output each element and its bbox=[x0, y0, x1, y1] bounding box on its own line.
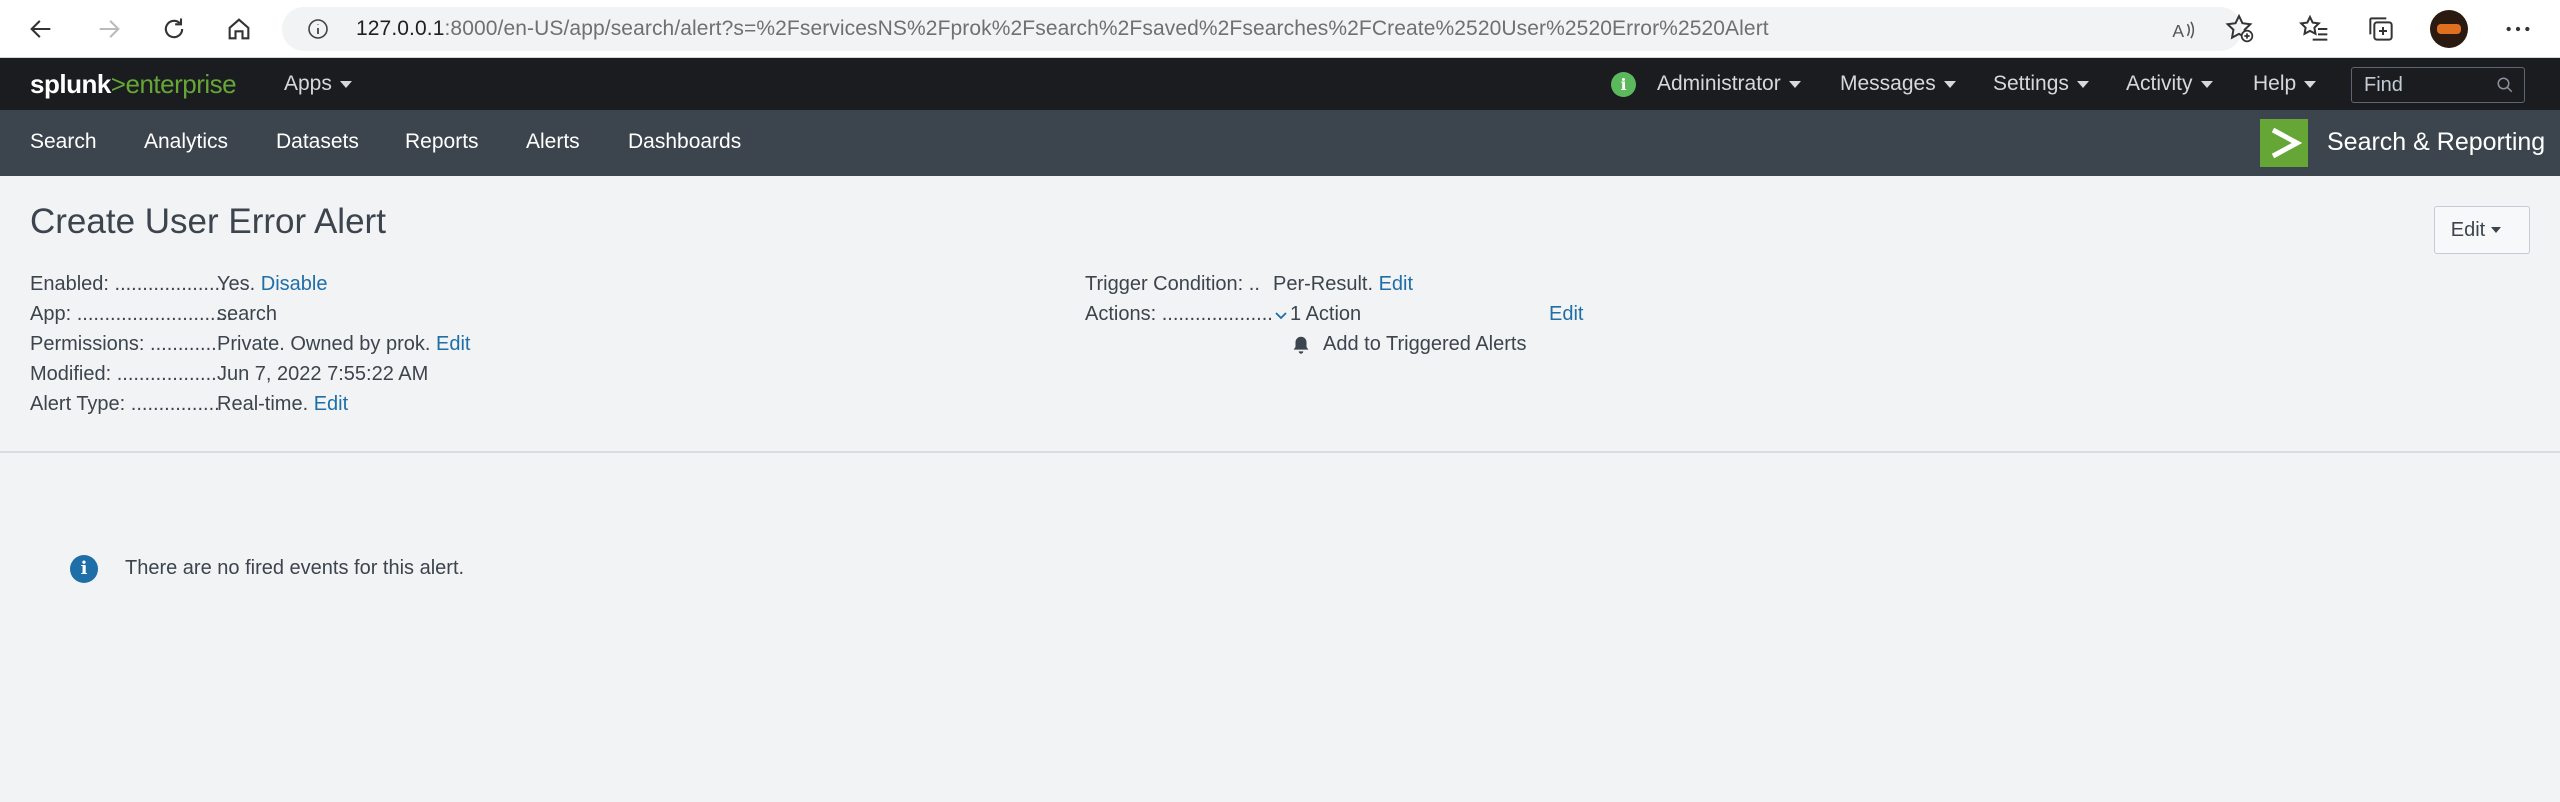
profile-avatar[interactable] bbox=[2430, 10, 2468, 48]
search-icon[interactable] bbox=[2496, 76, 2514, 94]
logo-gt-text: > bbox=[110, 69, 126, 99]
favorites-icon[interactable] bbox=[2298, 13, 2330, 45]
caret-down-icon bbox=[339, 80, 352, 88]
svg-text:A: A bbox=[2172, 21, 2184, 41]
address-bar[interactable]: 127.0.0.1:8000/en-US/app/search/alert?s=… bbox=[282, 7, 2242, 51]
url-path: :8000/en-US/app/search/alert?s=%2Fservic… bbox=[444, 17, 1769, 40]
site-info-icon[interactable] bbox=[306, 17, 330, 41]
app-bar: Search Analytics Datasets Reports Alerts… bbox=[0, 110, 2560, 176]
actions-edit-link[interactable]: Edit bbox=[1549, 303, 1583, 326]
meta-enabled: Enabled: .................... Yes. Disab… bbox=[30, 273, 630, 299]
meta-app: App: ............................ search bbox=[30, 303, 630, 329]
modified-label: Modified: .................. bbox=[30, 363, 217, 385]
app-value: search bbox=[217, 303, 278, 325]
menu-settings-label: Settings bbox=[1993, 72, 2069, 95]
caret-down-icon bbox=[2491, 227, 2502, 234]
refresh-icon bbox=[164, 18, 184, 39]
nav-search[interactable]: Search bbox=[30, 130, 97, 154]
splunk-logo[interactable]: splunk>enterprise bbox=[30, 69, 237, 100]
trigger-condition-label: Trigger Condition: .. bbox=[1085, 273, 1260, 295]
arrow-left-icon bbox=[30, 20, 51, 38]
app-title[interactable]: Search & Reporting bbox=[2327, 128, 2545, 157]
browser-toolbar: 127.0.0.1:8000/en-US/app/search/alert?s=… bbox=[0, 0, 2560, 58]
collections-icon[interactable] bbox=[2365, 13, 2397, 45]
alert-type-label: Alert Type: ................ bbox=[30, 393, 220, 415]
meta-trigger-condition: Trigger Condition: .. Per-Result. Edit bbox=[1085, 273, 1685, 299]
trigger-condition-value: Per-Result. bbox=[1273, 273, 1374, 295]
meta-alert-type: Alert Type: ................ Real-time. … bbox=[30, 393, 630, 419]
nav-reports[interactable]: Reports bbox=[405, 130, 479, 154]
permissions-value: Private. Owned by prok. bbox=[217, 333, 431, 355]
menu-help-label: Help bbox=[2253, 72, 2297, 95]
action-item-label: Add to Triggered Alerts bbox=[1323, 333, 1527, 355]
logo-splunk-text: splunk bbox=[30, 69, 111, 99]
apps-menu[interactable]: Apps bbox=[284, 72, 352, 96]
arrow-right-icon bbox=[99, 20, 120, 38]
permissions-label: Permissions: ............ bbox=[30, 333, 217, 355]
actions-value[interactable]: 1 Action bbox=[1290, 303, 1361, 326]
alert-type-value: Real-time. bbox=[217, 393, 309, 415]
read-aloud-icon[interactable]: A bbox=[2170, 16, 2198, 44]
enabled-label: Enabled: .................... bbox=[30, 273, 226, 295]
url-text[interactable]: 127.0.0.1:8000/en-US/app/search/alert?s=… bbox=[356, 17, 1769, 41]
health-status-icon[interactable]: i bbox=[1611, 72, 1636, 97]
menu-help[interactable]: Help bbox=[2253, 72, 2317, 96]
home-icon bbox=[228, 18, 250, 40]
find-input[interactable] bbox=[2352, 68, 2492, 102]
find-box[interactable] bbox=[2351, 67, 2525, 103]
info-icon: i bbox=[70, 555, 98, 583]
home-button[interactable] bbox=[220, 10, 258, 48]
apps-menu-label: Apps bbox=[284, 72, 332, 95]
trigger-condition-edit-link[interactable]: Edit bbox=[1379, 273, 1413, 295]
caret-down-icon bbox=[2076, 80, 2089, 88]
permissions-edit-link[interactable]: Edit bbox=[436, 333, 470, 355]
section-divider bbox=[0, 451, 2560, 453]
url-host: 127.0.0.1 bbox=[356, 17, 445, 40]
logo-enterprise-text: enterprise bbox=[125, 69, 237, 99]
bell-icon bbox=[1293, 336, 1309, 354]
forward-button[interactable] bbox=[90, 10, 128, 48]
action-item: Add to Triggered Alerts bbox=[1290, 333, 1690, 359]
nav-alerts[interactable]: Alerts bbox=[526, 130, 580, 154]
meta-actions: Actions: .................... 1 Action E… bbox=[1085, 303, 1685, 329]
nav-datasets[interactable]: Datasets bbox=[276, 130, 359, 154]
caret-down-icon bbox=[2200, 80, 2213, 88]
caret-down-icon bbox=[1943, 80, 1956, 88]
menu-administrator[interactable]: Administrator bbox=[1657, 72, 1801, 96]
meta-modified: Modified: .................. Jun 7, 2022… bbox=[30, 363, 630, 389]
app-logo-icon[interactable] bbox=[2260, 119, 2308, 167]
disable-link[interactable]: Disable bbox=[261, 273, 328, 295]
menu-settings[interactable]: Settings bbox=[1993, 72, 2089, 96]
splunk-top-bar: splunk>enterprise Apps i Administrator M… bbox=[0, 58, 2560, 110]
enabled-value: Yes. bbox=[217, 273, 256, 295]
caret-down-icon bbox=[2304, 80, 2317, 88]
more-options-icon[interactable] bbox=[2502, 13, 2534, 45]
nav-analytics[interactable]: Analytics bbox=[144, 130, 228, 154]
chevron-down-icon[interactable] bbox=[1273, 308, 1289, 324]
back-button[interactable] bbox=[22, 10, 60, 48]
edit-button[interactable]: Edit bbox=[2434, 206, 2530, 254]
menu-activity-label: Activity bbox=[2126, 72, 2193, 95]
menu-messages[interactable]: Messages bbox=[1840, 72, 1956, 96]
no-events-message: There are no fired events for this alert… bbox=[125, 557, 465, 579]
add-favorite-icon[interactable] bbox=[2223, 12, 2255, 44]
menu-administrator-label: Administrator bbox=[1657, 72, 1781, 95]
nav-dashboards[interactable]: Dashboards bbox=[628, 130, 741, 154]
menu-messages-label: Messages bbox=[1840, 72, 1936, 95]
refresh-button[interactable] bbox=[155, 10, 193, 48]
page-title: Create User Error Alert bbox=[30, 202, 386, 241]
actions-label: Actions: .................... bbox=[1085, 303, 1273, 325]
modified-value: Jun 7, 2022 7:55:22 AM bbox=[217, 363, 429, 385]
meta-permissions: Permissions: ............ Private. Owned… bbox=[30, 333, 630, 359]
edit-button-label: Edit bbox=[2450, 218, 2486, 241]
app-label: App: ............................ bbox=[30, 303, 233, 325]
menu-activity[interactable]: Activity bbox=[2126, 72, 2213, 96]
caret-down-icon bbox=[1788, 80, 1801, 88]
alert-type-edit-link[interactable]: Edit bbox=[314, 393, 348, 415]
